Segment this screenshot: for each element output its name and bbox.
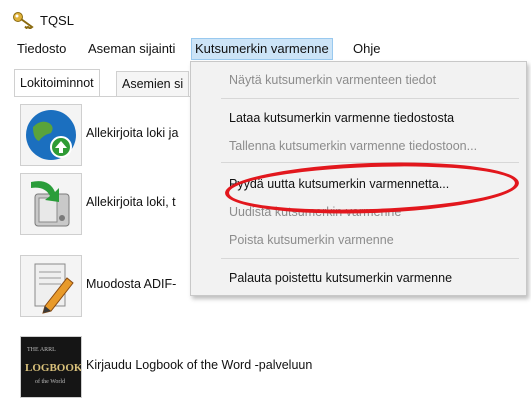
tab-lokitoiminnot[interactable]: Lokitoiminnot: [14, 69, 100, 97]
menu-tiedosto[interactable]: Tiedosto: [14, 38, 69, 60]
key-icon: [12, 11, 34, 30]
action-label: Kirjaudu Logbook of the Word -palveluun: [86, 358, 313, 372]
menu-item-show-certificate[interactable]: Näytä kutsumerkin varmenteen tiedot: [229, 70, 436, 90]
save-drive-icon: [20, 173, 82, 235]
window-title: TQSL: [40, 13, 74, 28]
menu-aseman-sijainti[interactable]: Aseman sijainti: [85, 38, 178, 60]
svg-text:THE ARRL: THE ARRL: [27, 347, 56, 353]
menu-bar: Tiedosto Aseman sijainti Kutsumerkin var…: [0, 38, 531, 62]
tab-panel-border: [14, 96, 194, 97]
menu-item-delete-certificate[interactable]: Poista kutsumerkin varmenne: [229, 230, 394, 250]
tab-asemien-sijainnit[interactable]: Asemien si: [116, 71, 190, 96]
menu-item-restore-certificate[interactable]: Palauta poistettu kutsumerkin varmenne: [229, 268, 452, 288]
svg-text:LOGBOOK: LOGBOOK: [25, 362, 81, 374]
menu-separator: [221, 98, 519, 99]
lotw-logo-icon: THE ARRL LOGBOOK of the World: [20, 336, 83, 398]
menu-separator: [221, 258, 519, 259]
action-label: Allekirjoita loki ja: [86, 126, 179, 140]
edit-document-icon: [20, 255, 82, 317]
svg-text:of the World: of the World: [35, 378, 65, 385]
globe-upload-icon: [20, 104, 82, 166]
menu-ohje[interactable]: Ohje: [350, 38, 383, 60]
menu-kutsumerkin-varmenne[interactable]: Kutsumerkin varmenne: [191, 38, 333, 60]
action-label: Muodosta ADIF-: [86, 277, 177, 291]
title-bar: TQSL: [0, 0, 531, 36]
action-label: Allekirjoita loki, t: [86, 195, 176, 209]
menu-item-load-certificate[interactable]: Lataa kutsumerkin varmenne tiedostosta: [229, 108, 454, 128]
menu-item-save-certificate[interactable]: Tallenna kutsumerkin varmenne tiedostoon…: [229, 136, 477, 156]
action-login-lotw[interactable]: THE ARRL LOGBOOK of the World Kirjaudu L…: [20, 336, 350, 398]
